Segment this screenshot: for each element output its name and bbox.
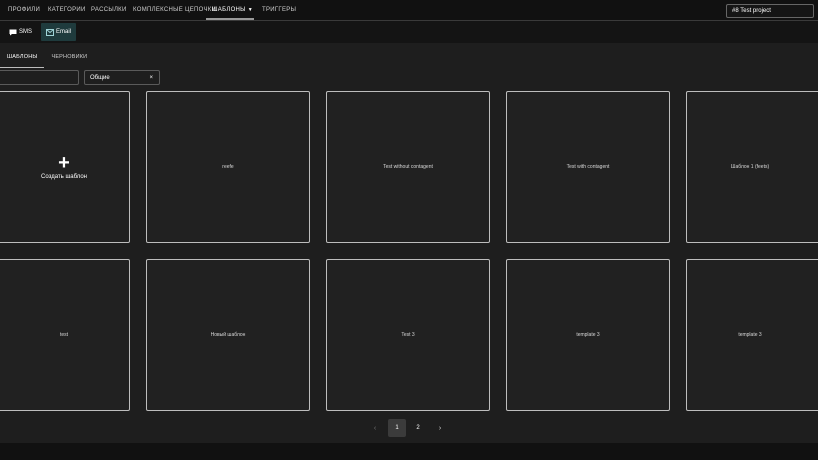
nav-templates-label: ШАБЛОНЫ <box>212 7 246 13</box>
channel-bar: SMS Email <box>0 21 818 43</box>
template-card[interactable]: Шаблон 1 (feets) <box>686 91 818 243</box>
template-card[interactable]: test <box>0 259 130 411</box>
top-navigation: ПРОФИЛИ КАТЕГОРИИ РАССЫЛКИ КОМПЛЕКСНЫЕ Ц… <box>0 0 818 20</box>
clear-icon[interactable]: × <box>149 75 153 81</box>
nav-categories[interactable]: КАТЕГОРИИ <box>48 7 86 13</box>
template-card[interactable]: reefe <box>146 91 310 243</box>
template-card-title: template 3 <box>576 332 600 338</box>
create-template-label: Создать шаблон <box>40 174 87 180</box>
template-card-title: Test 3 <box>401 332 415 338</box>
template-card-title: reefe <box>222 164 234 170</box>
create-template-card[interactable]: + Создать шаблон <box>0 91 130 243</box>
template-card-title: Шаблон 1 (feets) <box>730 164 770 170</box>
project-selector[interactable]: #8 Test project <box>726 4 814 18</box>
prev-page-button[interactable]: ‹ <box>366 419 384 437</box>
template-tabs: ШАБЛОНЫ ЧЕРНОВИКИ <box>0 50 94 68</box>
footer-bar <box>0 443 818 460</box>
page-button-1[interactable]: 1 <box>388 419 406 437</box>
template-card-title: Test without contagent <box>383 164 433 170</box>
template-card[interactable]: Новый шаблон <box>146 259 310 411</box>
template-card[interactable]: template 3 <box>506 259 670 411</box>
sms-button[interactable]: SMS <box>4 23 37 41</box>
plus-icon: + <box>58 152 70 174</box>
nav-templates[interactable]: ШАБЛОНЫ ▼ <box>212 7 253 13</box>
tab-templates[interactable]: ШАБЛОНЫ <box>0 50 45 68</box>
nav-mailings[interactable]: РАССЫЛКИ <box>91 7 127 13</box>
page-button-2[interactable]: 2 <box>409 419 427 437</box>
next-page-button[interactable]: › <box>431 419 449 437</box>
template-card-title: Новый шаблон <box>210 332 246 338</box>
sms-button-label: SMS <box>19 29 33 35</box>
template-card[interactable]: Test 3 <box>326 259 490 411</box>
template-card[interactable]: Test with contagent <box>506 91 670 243</box>
template-card-title: template 3 <box>738 332 762 338</box>
tab-drafts[interactable]: ЧЕРНОВИКИ <box>44 50 94 68</box>
template-card[interactable]: template 3 <box>686 259 818 411</box>
nav-complex-chains[interactable]: КОМПЛЕКСНЫЕ ЦЕПОЧКИ <box>133 7 216 13</box>
mail-icon <box>46 28 55 36</box>
caret-down-icon: ▼ <box>247 7 254 13</box>
template-card-title: test <box>59 332 69 338</box>
email-button-label: Email <box>56 29 72 35</box>
template-card-title: Test with contagent <box>566 164 610 170</box>
nav-triggers[interactable]: ТРИГГЕРЫ <box>262 7 296 13</box>
search-input[interactable] <box>0 70 79 85</box>
category-select-value: Общие <box>90 74 110 81</box>
template-card[interactable]: Test without contagent <box>326 91 490 243</box>
category-select[interactable]: Общие × <box>84 70 160 85</box>
nav-profiles[interactable]: ПРОФИЛИ <box>8 7 40 13</box>
email-button[interactable]: Email <box>41 23 77 41</box>
chat-icon <box>9 29 17 36</box>
